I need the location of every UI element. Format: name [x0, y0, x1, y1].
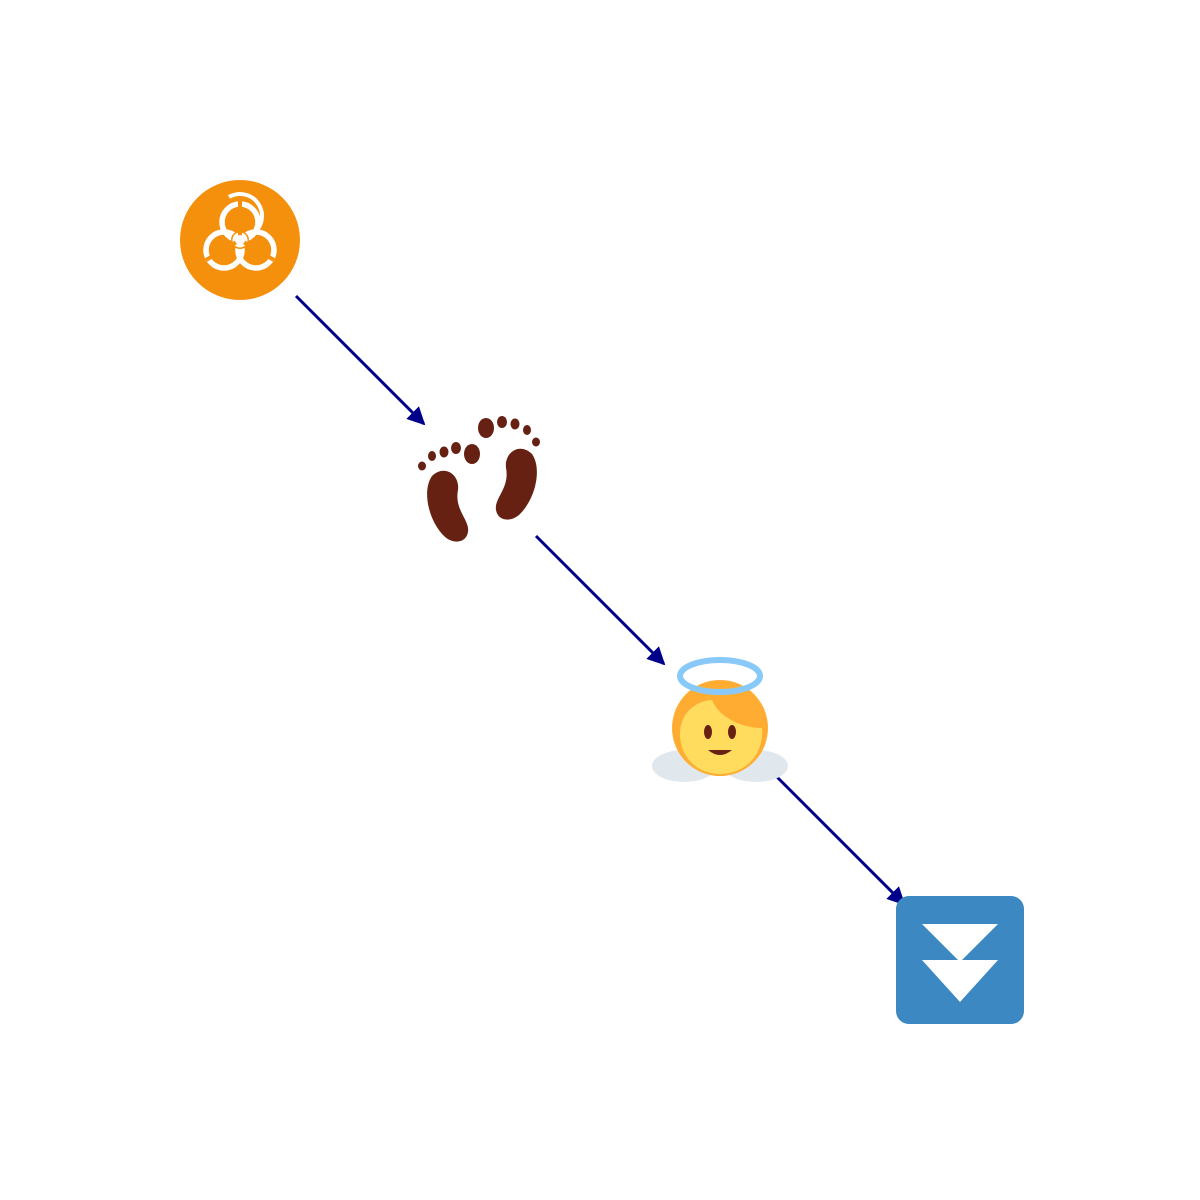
edge-footprints-to-angel — [534, 534, 666, 666]
footprints-icon — [418, 416, 540, 542]
baby-angel-icon — [652, 657, 788, 782]
flow-diagram — [180, 180, 1024, 1024]
edge-angel-to-fast-down — [774, 774, 906, 906]
edges — [294, 294, 906, 906]
biohazard-icon — [180, 180, 300, 300]
edge-biohazard-to-footprints — [294, 294, 426, 426]
fast-down-button-icon — [896, 896, 1024, 1024]
